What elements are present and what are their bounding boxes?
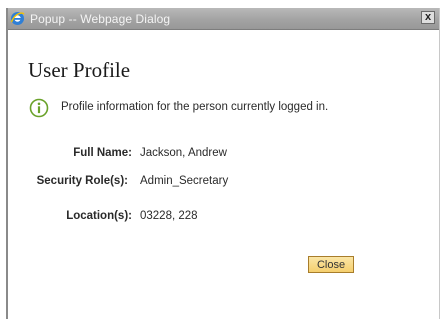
security-roles-label: Security Role(s): bbox=[36, 175, 128, 187]
info-icon bbox=[29, 98, 49, 118]
full-name-label: Full Name: bbox=[73, 147, 132, 159]
full-name-value: Jackson, Andrew bbox=[140, 147, 227, 159]
close-button[interactable]: Close bbox=[308, 256, 354, 273]
dialog-window: Popup -- Webpage Dialog x User Profile P… bbox=[6, 8, 440, 319]
locations-value: 03228, 228 bbox=[140, 210, 198, 222]
info-text: Profile information for the person curre… bbox=[61, 101, 329, 113]
close-icon[interactable]: x bbox=[421, 11, 435, 24]
page-title: User Profile bbox=[28, 58, 131, 82]
locations-label: Location(s): bbox=[66, 210, 132, 222]
security-roles-value: Admin_Secretary bbox=[140, 175, 229, 187]
window-title: Popup -- Webpage Dialog bbox=[30, 12, 171, 26]
title-bar[interactable]: Popup -- Webpage Dialog x bbox=[8, 8, 439, 30]
ie-icon bbox=[10, 11, 25, 26]
